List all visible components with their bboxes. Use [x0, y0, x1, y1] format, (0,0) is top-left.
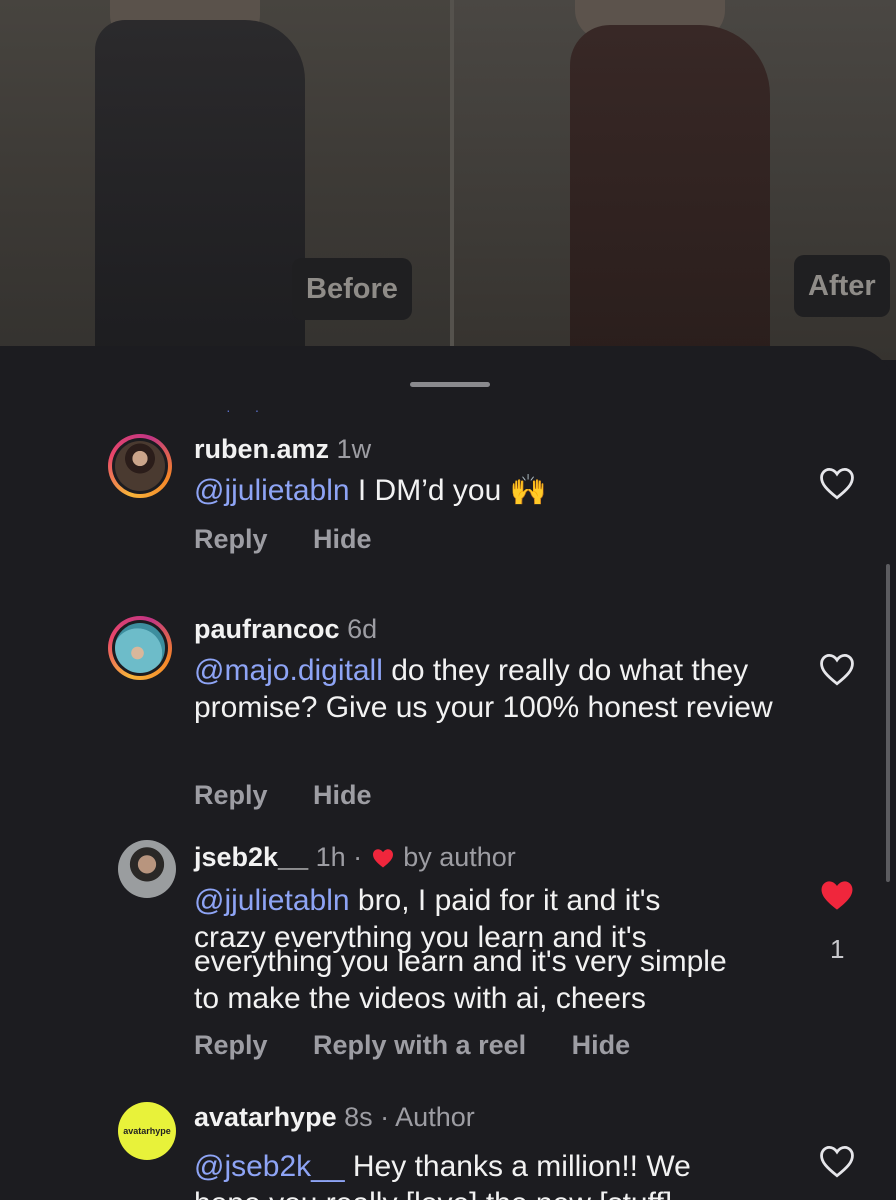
hide-button[interactable]: Hide [572, 1030, 631, 1060]
reply-button[interactable]: Reply [194, 524, 268, 554]
username[interactable]: paufrancoc [194, 614, 340, 644]
like-count: 1 [830, 934, 845, 964]
username[interactable]: avatarhype [194, 1102, 337, 1132]
separator-dot: · [353, 842, 363, 872]
hide-button[interactable]: Hide [313, 524, 372, 554]
avatar[interactable] [108, 434, 172, 498]
sheet-grabber[interactable] [410, 382, 490, 387]
timestamp: 8s [344, 1102, 373, 1132]
heart-outline-icon[interactable] [818, 1144, 856, 1178]
comment-text: @majo.digitall do they really do what th… [194, 654, 773, 724]
comment-header: jseb2k__ 1h · by author [194, 842, 516, 873]
avatar[interactable] [108, 616, 172, 680]
avatar-logo: avatarhype [118, 1102, 176, 1160]
comment-text: @jjulietabln I DM’d you 🙌 [194, 474, 547, 507]
heart-filled-icon [372, 849, 393, 868]
comment-header: avatarhype 8s · Author [194, 1102, 475, 1133]
mention-link[interactable]: @jseb2k__ [194, 1150, 345, 1183]
before-figure [95, 20, 305, 360]
author-badge: Author [395, 1102, 475, 1132]
reply-button[interactable]: Reply [194, 1030, 268, 1060]
comment-header: ruben.amz 1w [194, 434, 371, 465]
heart-filled-icon[interactable] [818, 878, 856, 912]
hide-button[interactable]: Hide [313, 780, 372, 810]
after-figure [570, 25, 770, 360]
timestamp: 6d [347, 614, 378, 644]
comments-screen: Before After ·· ruben.amz 1w @jjulietabl… [0, 0, 896, 1200]
reply-button[interactable]: Reply [194, 780, 268, 810]
photo-divider [450, 0, 454, 360]
reel-media[interactable]: Before After [0, 0, 896, 360]
username[interactable]: ruben.amz [194, 434, 329, 464]
avatar-photo [118, 840, 176, 898]
avatar[interactable] [118, 840, 176, 898]
heart-outline-icon[interactable] [818, 466, 856, 500]
scrollbar[interactable] [886, 564, 890, 882]
reply-with-reel-button[interactable]: Reply with a reel [313, 1030, 526, 1060]
comment-text: @jseb2k__ Hey thanks a million!! We hope… [194, 1150, 691, 1200]
avatar[interactable]: avatarhype [118, 1102, 176, 1160]
comment-header: paufrancoc 6d [194, 614, 377, 645]
truncated-dots: ·· [226, 402, 284, 418]
liked-by-author-badge: by author [403, 842, 516, 872]
mention-link[interactable]: @majo.digitall [194, 654, 383, 687]
comment-text-overlap: crazy everything you learn and it's [194, 921, 647, 954]
timestamp: 1h [315, 842, 346, 872]
username[interactable]: jseb2k__ [194, 842, 308, 872]
mention-link[interactable]: @jjulietabln [194, 884, 350, 917]
heart-outline-icon[interactable] [818, 652, 856, 686]
mention-link[interactable]: @jjulietabln [194, 474, 350, 507]
comment-actions: Reply Reply with a reel Hide [194, 1030, 668, 1061]
timestamp: 1w [336, 434, 372, 464]
comment-actions: Reply Hide [194, 780, 410, 811]
comment-actions: Reply Hide [194, 524, 410, 555]
avatar-photo [115, 441, 165, 491]
comments-sheet: ·· ruben.amz 1w @jjulietabln I DM’d you … [0, 346, 896, 1200]
before-label: Before [292, 258, 412, 320]
comment-text: @jjulietabln bro, I paid for it and it's… [194, 882, 814, 1017]
after-label: After [794, 255, 890, 317]
avatar-photo [115, 623, 165, 673]
separator-dot: · [380, 1102, 390, 1132]
